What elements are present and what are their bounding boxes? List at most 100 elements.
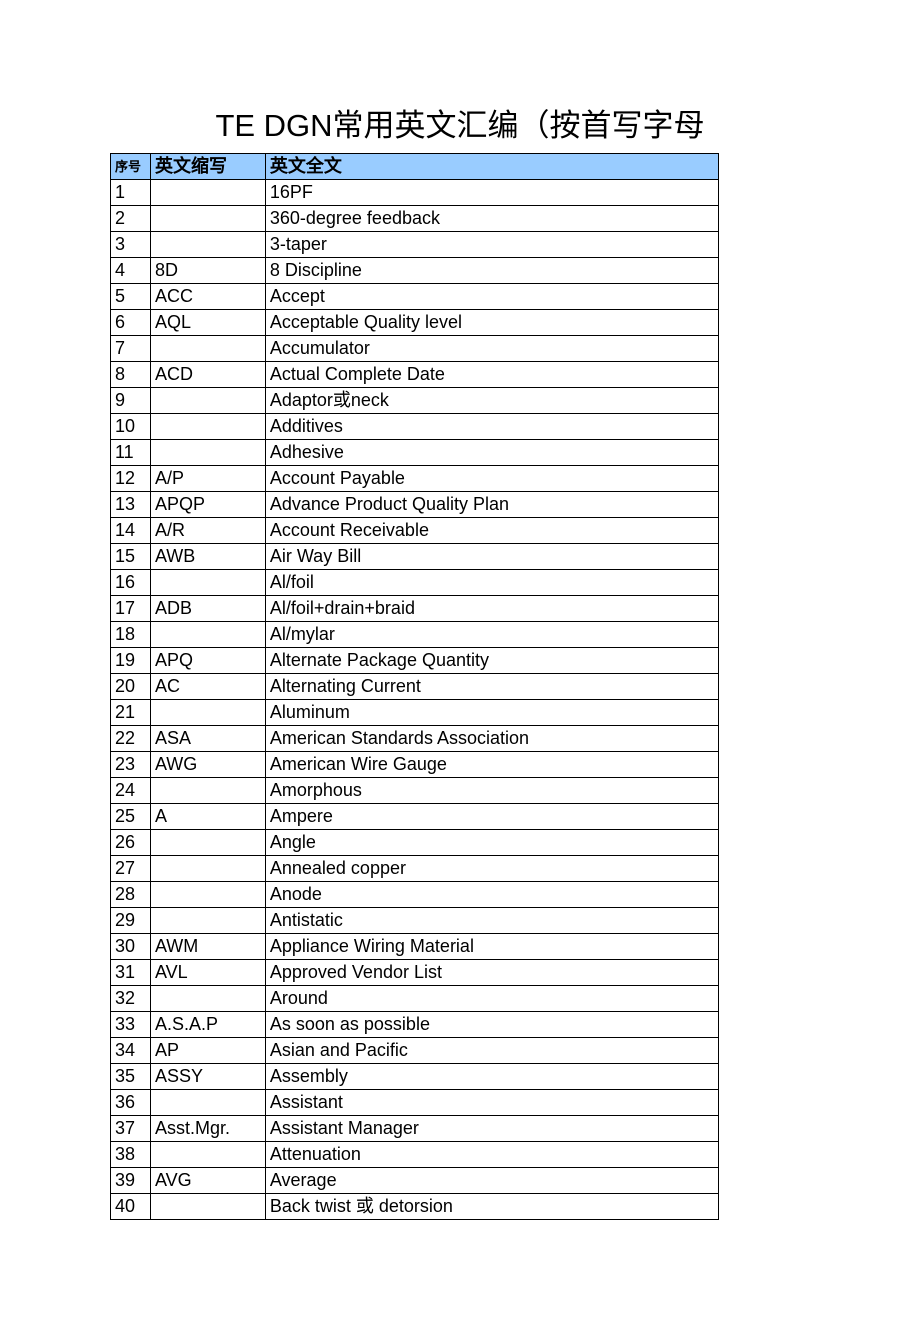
cell-abbr: 8D — [150, 258, 265, 284]
cell-seq: 26 — [111, 830, 151, 856]
table-row: 29 Antistatic — [111, 908, 719, 934]
cell-seq: 16 — [111, 570, 151, 596]
cell-full: Advance Product Quality Plan — [265, 492, 718, 518]
cell-full: Adhesive — [265, 440, 718, 466]
cell-full: Antistatic — [265, 908, 718, 934]
header-abbr: 英文缩写 — [150, 154, 265, 180]
table-row: 13APQPAdvance Product Quality Plan — [111, 492, 719, 518]
table-row: 16 Al/foil — [111, 570, 719, 596]
cell-seq: 14 — [111, 518, 151, 544]
cell-abbr: AC — [150, 674, 265, 700]
cell-seq: 29 — [111, 908, 151, 934]
cell-abbr: ASSY — [150, 1064, 265, 1090]
cell-full: Angle — [265, 830, 718, 856]
cell-full: Ampere — [265, 804, 718, 830]
cell-seq: 28 — [111, 882, 151, 908]
cell-abbr: AQL — [150, 310, 265, 336]
table-row: 33A.S.A.PAs soon as possible — [111, 1012, 719, 1038]
header-seq: 序号 — [111, 154, 151, 180]
table-row: 17ADBAl/foil+drain+braid — [111, 596, 719, 622]
cell-seq: 12 — [111, 466, 151, 492]
cell-seq: 39 — [111, 1168, 151, 1194]
cell-abbr — [150, 180, 265, 206]
cell-seq: 24 — [111, 778, 151, 804]
table-row: 10 Additives — [111, 414, 719, 440]
cell-seq: 33 — [111, 1012, 151, 1038]
table-row: 48D8 Discipline — [111, 258, 719, 284]
cell-abbr — [150, 206, 265, 232]
cell-abbr: AWG — [150, 752, 265, 778]
cell-seq: 35 — [111, 1064, 151, 1090]
table-row: 33-taper — [111, 232, 719, 258]
cell-full: Al/foil — [265, 570, 718, 596]
cell-full: Asian and Pacific — [265, 1038, 718, 1064]
cell-abbr — [150, 882, 265, 908]
cell-seq: 40 — [111, 1194, 151, 1220]
cell-seq: 1 — [111, 180, 151, 206]
cell-abbr — [150, 414, 265, 440]
cell-full: 16PF — [265, 180, 718, 206]
table-row: 9Adaptor或neck — [111, 388, 719, 414]
cell-abbr — [150, 440, 265, 466]
table-body: 1 16PF2360-degree feedback33-taper48D8 Di… — [111, 180, 719, 1220]
cell-full: Around — [265, 986, 718, 1012]
table-row: 2360-degree feedback — [111, 206, 719, 232]
cell-seq: 27 — [111, 856, 151, 882]
cell-full: Approved Vendor List — [265, 960, 718, 986]
cell-seq: 2 — [111, 206, 151, 232]
page-title: TE DGN常用英文汇编（按首写字母 — [110, 100, 810, 145]
cell-seq: 23 — [111, 752, 151, 778]
cell-seq: 18 — [111, 622, 151, 648]
cell-abbr: AVG — [150, 1168, 265, 1194]
cell-abbr: ACC — [150, 284, 265, 310]
cell-full: Al/foil+drain+braid — [265, 596, 718, 622]
table-row: 37Asst.Mgr.Assistant Manager — [111, 1116, 719, 1142]
glossary-table: 序号 英文缩写 英文全文 116PF2360-degree feedback33… — [110, 153, 719, 1220]
cell-seq: 10 — [111, 414, 151, 440]
cell-full: Account Payable — [265, 466, 718, 492]
cell-abbr — [150, 1142, 265, 1168]
cell-abbr — [150, 570, 265, 596]
table-row: 22ASAAmerican Standards Association — [111, 726, 719, 752]
table-row: 23AWGAmerican Wire Gauge — [111, 752, 719, 778]
cell-seq: 5 — [111, 284, 151, 310]
cell-abbr: AVL — [150, 960, 265, 986]
cell-abbr — [150, 986, 265, 1012]
cell-full: Accept — [265, 284, 718, 310]
table-row: 12A/PAccount Payable — [111, 466, 719, 492]
cell-abbr — [150, 830, 265, 856]
table-row: 40Back twist 或 detorsion — [111, 1194, 719, 1220]
cell-seq: 17 — [111, 596, 151, 622]
cell-full: Attenuation — [265, 1142, 718, 1168]
table-row: 19APQAlternate Package Quantity — [111, 648, 719, 674]
table-row: 32 Around — [111, 986, 719, 1012]
cell-full: Additives — [265, 414, 718, 440]
cell-full: Air Way Bill — [265, 544, 718, 570]
cell-abbr — [150, 232, 265, 258]
cell-seq: 32 — [111, 986, 151, 1012]
cell-full: Average — [265, 1168, 718, 1194]
cell-abbr: APQ — [150, 648, 265, 674]
cell-full: Amorphous — [265, 778, 718, 804]
cell-abbr: AWB — [150, 544, 265, 570]
cell-full: Assistant — [265, 1090, 718, 1116]
cell-abbr: A — [150, 804, 265, 830]
table-row: 1 16PF — [111, 180, 719, 206]
cell-full: 3-taper — [265, 232, 718, 258]
cell-full: American Wire Gauge — [265, 752, 718, 778]
cell-abbr: AP — [150, 1038, 265, 1064]
table-row: 20ACAlternating Current — [111, 674, 719, 700]
cell-seq: 11 — [111, 440, 151, 466]
cell-abbr — [150, 1090, 265, 1116]
cell-seq: 30 — [111, 934, 151, 960]
cell-seq: 9 — [111, 388, 151, 414]
table-row: 24 Amorphous — [111, 778, 719, 804]
cell-seq: 4 — [111, 258, 151, 284]
cell-full: Accumulator — [265, 336, 718, 362]
cell-seq: 6 — [111, 310, 151, 336]
table-row: 39AVGAverage — [111, 1168, 719, 1194]
cell-full: Anode — [265, 882, 718, 908]
cell-seq: 20 — [111, 674, 151, 700]
cell-full: Alternating Current — [265, 674, 718, 700]
table-row: 38Attenuation — [111, 1142, 719, 1168]
